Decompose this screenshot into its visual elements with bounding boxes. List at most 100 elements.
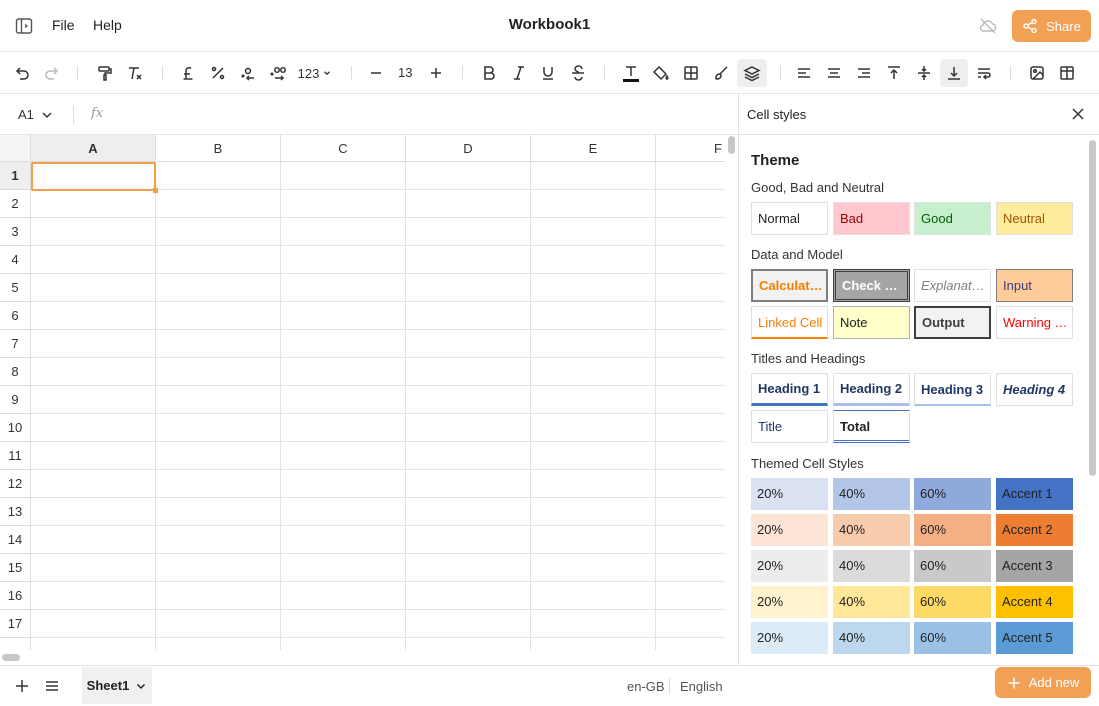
chevron-down-icon[interactable] [135, 680, 147, 692]
decrease-font-size-icon[interactable] [366, 59, 386, 87]
percent-icon[interactable] [208, 59, 228, 87]
column-header-a[interactable]: A [31, 135, 156, 162]
style-check-cell[interactable]: Check Cell [833, 269, 910, 302]
undo-icon[interactable] [12, 59, 32, 87]
align-left-icon[interactable] [794, 59, 814, 87]
column-header-e[interactable]: E [531, 135, 656, 162]
spreadsheet-grid[interactable]: A B C D E F 1 2 3 4 5 6 7 8 9 10 11 12 1… [0, 135, 725, 650]
row-header[interactable]: 14 [0, 526, 31, 554]
style-accent5-60[interactable]: 60% [914, 622, 991, 654]
style-title[interactable]: Title [751, 410, 828, 443]
style-bad[interactable]: Bad [833, 202, 910, 235]
row-header[interactable]: 6 [0, 302, 31, 330]
sheet-tab[interactable]: Sheet1 [82, 667, 152, 704]
row-header[interactable]: 12 [0, 470, 31, 498]
row-header[interactable]: 17 [0, 610, 31, 638]
style-accent1-40[interactable]: 40% [833, 478, 910, 510]
align-bottom-icon[interactable] [940, 59, 968, 87]
style-accent4-20[interactable]: 20% [751, 586, 828, 618]
row-header[interactable]: 11 [0, 442, 31, 470]
share-button[interactable]: Share [1012, 10, 1091, 42]
row-header[interactable]: 9 [0, 386, 31, 414]
style-accent1[interactable]: Accent 1 [996, 478, 1073, 510]
style-note[interactable]: Note [833, 306, 910, 339]
row-header[interactable]: 4 [0, 246, 31, 274]
close-icon[interactable] [1070, 106, 1086, 122]
currency-pound-icon[interactable] [178, 59, 198, 87]
style-neutral[interactable]: Neutral [996, 202, 1073, 235]
row-header[interactable]: 16 [0, 582, 31, 610]
style-accent2-20[interactable]: 20% [751, 514, 828, 546]
style-accent3-60[interactable]: 60% [914, 550, 991, 582]
add-sheet-icon[interactable] [14, 678, 30, 694]
borders-icon[interactable] [681, 59, 701, 87]
align-center-icon[interactable] [824, 59, 844, 87]
underline-icon[interactable] [538, 59, 558, 87]
decrease-decimals-icon[interactable] [238, 59, 258, 87]
row-header[interactable]: 10 [0, 414, 31, 442]
wrap-text-icon[interactable] [974, 59, 994, 87]
locale-selector[interactable]: en-GB [627, 679, 665, 694]
bold-icon[interactable] [479, 59, 499, 87]
style-accent2[interactable]: Accent 2 [996, 514, 1073, 546]
cell-area[interactable] [31, 162, 725, 650]
style-total[interactable]: Total [833, 410, 910, 443]
number-format-dropdown[interactable]: 123 [296, 59, 334, 87]
style-accent4-60[interactable]: 60% [914, 586, 991, 618]
style-good[interactable]: Good [914, 202, 991, 235]
style-normal[interactable]: Normal [751, 202, 828, 235]
style-heading-4[interactable]: Heading 4 [996, 373, 1073, 406]
redo-icon[interactable] [42, 59, 62, 87]
increase-font-size-icon[interactable] [426, 59, 446, 87]
align-top-icon[interactable] [884, 59, 904, 87]
column-header-d[interactable]: D [406, 135, 531, 162]
column-header-c[interactable]: C [281, 135, 406, 162]
style-accent5-20[interactable]: 20% [751, 622, 828, 654]
fill-color-icon[interactable] [651, 59, 671, 87]
panel-scrollbar[interactable] [1089, 140, 1096, 476]
horizontal-scrollbar[interactable] [2, 654, 20, 661]
selected-cell-a1[interactable] [31, 162, 158, 193]
vertical-scrollbar[interactable] [728, 136, 735, 154]
style-calculation[interactable]: Calculation [751, 269, 828, 302]
text-color-icon[interactable] [621, 59, 641, 87]
cell-reference[interactable]: A1 [18, 107, 34, 122]
style-accent4-40[interactable]: 40% [833, 586, 910, 618]
insert-image-icon[interactable] [1027, 59, 1047, 87]
row-header[interactable]: 5 [0, 274, 31, 302]
style-heading-3[interactable]: Heading 3 [914, 373, 991, 406]
workbook-title[interactable]: Workbook1 [0, 16, 1099, 33]
insert-table-icon[interactable] [1057, 59, 1077, 87]
style-linked-cell[interactable]: Linked Cell [751, 306, 828, 339]
align-right-icon[interactable] [854, 59, 874, 87]
align-middle-icon[interactable] [914, 59, 934, 87]
style-explanatory-text[interactable]: Explanatory Text [914, 269, 991, 302]
style-accent1-20[interactable]: 20% [751, 478, 828, 510]
style-heading-1[interactable]: Heading 1 [751, 373, 828, 406]
style-accent3-40[interactable]: 40% [833, 550, 910, 582]
row-header[interactable]: 3 [0, 218, 31, 246]
row-header[interactable] [0, 638, 31, 650]
sheet-list-icon[interactable] [44, 678, 60, 694]
style-accent2-60[interactable]: 60% [914, 514, 991, 546]
cell-styles-icon[interactable] [737, 59, 767, 87]
style-accent3[interactable]: Accent 3 [996, 550, 1073, 582]
select-all-corner[interactable] [0, 135, 31, 162]
style-accent3-20[interactable]: 20% [751, 550, 828, 582]
column-header-b[interactable]: B [156, 135, 281, 162]
row-header[interactable]: 2 [0, 190, 31, 218]
clear-format-icon[interactable] [125, 59, 145, 87]
style-warning-text[interactable]: Warning Text [996, 306, 1073, 339]
row-header[interactable]: 7 [0, 330, 31, 358]
style-heading-2[interactable]: Heading 2 [833, 373, 910, 406]
italic-icon[interactable] [509, 59, 529, 87]
style-accent5-40[interactable]: 40% [833, 622, 910, 654]
column-header-f[interactable]: F [656, 135, 725, 162]
brush-icon[interactable] [711, 59, 731, 87]
row-header[interactable]: 13 [0, 498, 31, 526]
row-header[interactable]: 1 [0, 162, 31, 190]
font-size-value[interactable]: 13 [398, 65, 412, 80]
style-accent1-60[interactable]: 60% [914, 478, 991, 510]
row-header[interactable]: 15 [0, 554, 31, 582]
language-selector[interactable]: English [680, 679, 723, 694]
